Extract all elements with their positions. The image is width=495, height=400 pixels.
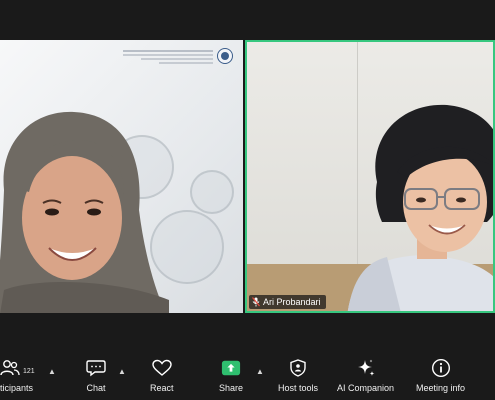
heart-icon [152, 358, 172, 378]
participant-video-right [347, 104, 493, 311]
participants-button[interactable]: Participants [0, 358, 33, 393]
participants-label: Participants [0, 383, 34, 393]
react-label: React [150, 383, 174, 393]
video-tile-right[interactable]: Ari Probandari [245, 40, 495, 313]
shield-icon [288, 358, 308, 378]
university-logo [217, 48, 233, 64]
ai-companion-label: AI Companion [337, 383, 395, 393]
host-tools-label: Host tools [278, 383, 319, 393]
slide-header-text-lines [123, 50, 213, 64]
info-icon [431, 358, 451, 378]
chat-button[interactable]: Chat [86, 358, 106, 393]
participant-video-left [0, 111, 169, 313]
participant-name: Ari Probandari [263, 297, 321, 307]
chat-label: Chat [86, 383, 106, 393]
sparkle-icon [356, 358, 376, 378]
participants-count: 121 [23, 368, 35, 375]
participants-icon [0, 358, 20, 378]
share-label: Share [219, 383, 244, 393]
meeting-info-button[interactable]: Meeting info [416, 358, 465, 393]
participant-name-tag: Ari Probandari [249, 295, 326, 309]
share-button[interactable]: Share [219, 358, 243, 393]
chat-caret-icon[interactable]: ▲ [118, 367, 126, 376]
react-button[interactable]: React [150, 358, 174, 393]
chat-bubble-icon [86, 358, 106, 378]
mic-muted-icon [252, 297, 260, 307]
host-tools-button[interactable]: Host tools [278, 358, 318, 393]
ai-companion-button[interactable]: AI Companion [337, 358, 394, 393]
slide-decoration [190, 170, 234, 214]
share-screen-icon [221, 358, 241, 378]
share-caret-icon[interactable]: ▲ [256, 367, 264, 376]
meeting-toolbar: Participants 121 ▲ Chat ▲ React Sha [0, 352, 495, 400]
meeting-info-label: Meeting info [416, 383, 466, 393]
participants-caret-icon[interactable]: ▲ [48, 367, 56, 376]
video-tile-left[interactable] [0, 40, 243, 313]
